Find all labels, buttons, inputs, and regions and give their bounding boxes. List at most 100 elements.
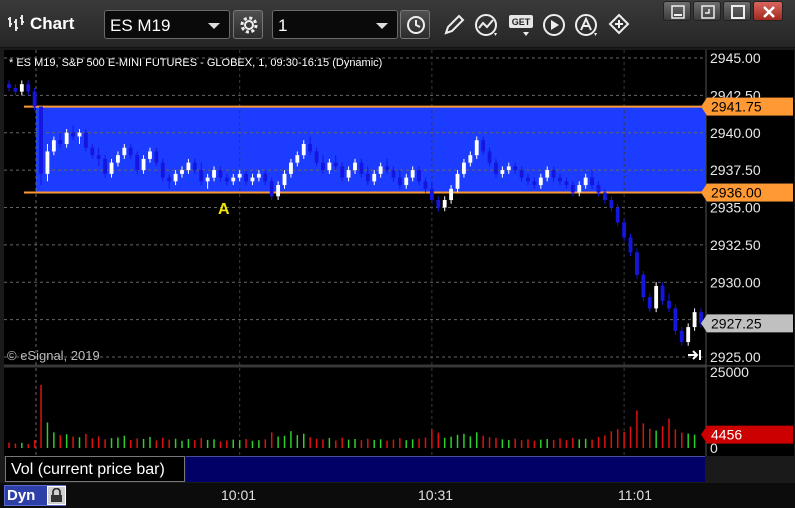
candle-body[interactable] <box>494 162 498 174</box>
candle-body[interactable] <box>45 151 50 174</box>
close-button[interactable] <box>753 1 783 21</box>
candle-body[interactable] <box>609 200 614 208</box>
candle-body[interactable] <box>526 177 530 182</box>
candle-body[interactable] <box>224 177 229 182</box>
candle-body[interactable] <box>404 177 409 186</box>
candle-body[interactable] <box>397 177 402 186</box>
minimize-button[interactable] <box>663 1 691 21</box>
candle-body[interactable] <box>212 170 216 178</box>
lock-button[interactable] <box>47 486 66 505</box>
candle-body[interactable] <box>615 207 620 223</box>
candle-body[interactable] <box>455 173 460 189</box>
candle-body[interactable] <box>276 185 281 197</box>
candle-body[interactable] <box>596 185 601 193</box>
candle-body[interactable] <box>282 173 287 186</box>
candle-body[interactable] <box>353 162 357 171</box>
candle-body[interactable] <box>327 162 332 171</box>
candle-body[interactable] <box>148 151 152 159</box>
candle-body[interactable] <box>570 185 575 193</box>
chart-area[interactable]: 2945.002942.502940.002937.502935.002932.… <box>0 48 795 483</box>
candle-body[interactable] <box>647 297 652 309</box>
candle-body[interactable] <box>532 181 537 186</box>
upper-level-tag[interactable]: 2941.75 <box>711 99 762 115</box>
candle-body[interactable] <box>51 140 56 152</box>
candle-body[interactable] <box>692 312 697 328</box>
candle-body[interactable] <box>13 87 18 92</box>
candle-body[interactable] <box>83 132 88 148</box>
candle-body[interactable] <box>538 177 543 186</box>
candle-body[interactable] <box>519 170 524 178</box>
volume-study-label[interactable]: Vol (current price bar) <box>5 456 185 482</box>
candle-body[interactable] <box>635 252 639 275</box>
candle-body[interactable] <box>205 177 210 182</box>
candle-body[interactable] <box>487 151 492 163</box>
candle-body[interactable] <box>96 155 101 159</box>
candle-body[interactable] <box>667 300 671 309</box>
lower-level-tag[interactable]: 2936.00 <box>711 185 762 201</box>
candle-body[interactable] <box>346 170 351 178</box>
candle-body[interactable] <box>372 173 377 182</box>
get-button[interactable]: GET <box>505 10 535 39</box>
restore-button[interactable] <box>693 1 721 21</box>
candle-body[interactable] <box>141 158 146 171</box>
candle-body[interactable] <box>423 181 428 189</box>
candle-body[interactable] <box>77 132 82 137</box>
settings-button[interactable] <box>233 10 263 39</box>
candle-body[interactable] <box>513 166 518 171</box>
candle-body[interactable] <box>237 173 242 178</box>
candle-body[interactable] <box>7 84 11 88</box>
text-tool-button[interactable] <box>571 10 601 39</box>
candle-body[interactable] <box>244 173 248 182</box>
candle-body[interactable] <box>301 143 306 156</box>
candle-body[interactable] <box>660 285 665 301</box>
replay-button[interactable] <box>539 10 569 39</box>
candle-body[interactable] <box>449 188 454 201</box>
candle-body[interactable] <box>173 173 178 182</box>
candle-body[interactable] <box>321 162 325 171</box>
studies-button[interactable] <box>471 10 501 39</box>
candle-body[interactable] <box>602 192 607 201</box>
candle-body[interactable] <box>109 162 114 174</box>
candle-body[interactable] <box>359 162 364 174</box>
candle-body[interactable] <box>590 177 594 186</box>
candle-body[interactable] <box>32 91 37 107</box>
candle-body[interactable] <box>263 173 268 182</box>
candle-body[interactable] <box>641 274 646 298</box>
candle-body[interactable] <box>250 177 255 182</box>
volume-last-tag[interactable]: 4456 <box>711 427 742 443</box>
candle-body[interactable] <box>295 155 300 163</box>
interval-input[interactable]: 1 <box>272 10 398 39</box>
candle-body[interactable] <box>231 177 236 182</box>
candle-body[interactable] <box>186 162 191 171</box>
candle-body[interactable] <box>116 155 120 163</box>
candle-body[interactable] <box>340 166 345 178</box>
candle-body[interactable] <box>436 200 441 208</box>
candle-body[interactable] <box>500 170 505 174</box>
candle-body[interactable] <box>686 327 691 343</box>
candle-body[interactable] <box>333 162 338 167</box>
candle-body[interactable] <box>365 173 370 182</box>
candle-body[interactable] <box>679 330 684 343</box>
candle-body[interactable] <box>673 308 678 331</box>
candle-body[interactable] <box>135 155 140 171</box>
candle-body[interactable] <box>199 170 204 182</box>
candle-body[interactable] <box>468 155 473 163</box>
candle-body[interactable] <box>506 166 511 171</box>
candle-body[interactable] <box>160 162 165 178</box>
candle-body[interactable] <box>417 170 421 182</box>
candle-body[interactable] <box>391 170 396 178</box>
candle-body[interactable] <box>583 177 588 186</box>
candle-body[interactable] <box>314 151 319 163</box>
candle-body[interactable] <box>64 132 69 144</box>
candle-body[interactable] <box>269 181 274 197</box>
candle-body[interactable] <box>442 200 447 208</box>
candle-body[interactable] <box>154 151 159 163</box>
candle-body[interactable] <box>545 170 550 178</box>
annotation-a[interactable]: A <box>218 201 230 218</box>
candle-body[interactable] <box>39 106 43 174</box>
candle-body[interactable] <box>462 162 466 174</box>
candle-body[interactable] <box>628 237 633 253</box>
clock-button[interactable] <box>400 10 430 39</box>
candle-body[interactable] <box>128 147 133 156</box>
candle-body[interactable] <box>474 140 479 156</box>
